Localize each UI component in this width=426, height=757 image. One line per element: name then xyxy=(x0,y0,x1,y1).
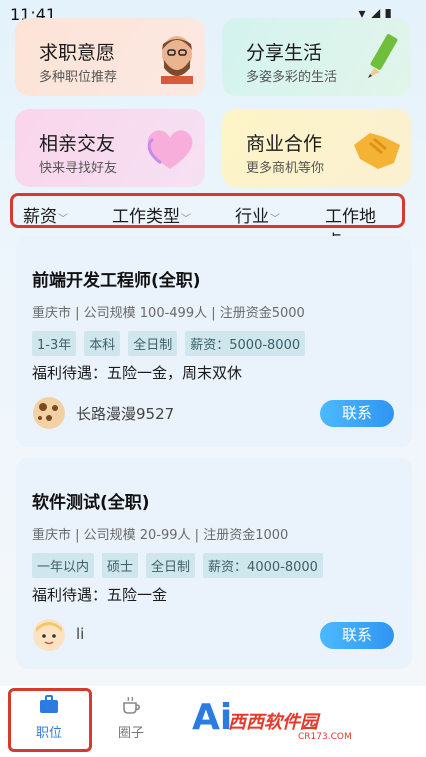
card-business[interactable]: 商业合作 更多商机等你 xyxy=(222,109,411,187)
man-avatar-icon xyxy=(161,36,193,84)
job-tag: 1-3年 xyxy=(32,331,77,356)
user-name: li xyxy=(76,625,85,643)
watermark-url: CR173.COM xyxy=(298,732,352,742)
user-name: 长路漫漫9527 xyxy=(76,405,175,423)
card-dating[interactable]: 相亲交友 快来寻找好友 xyxy=(15,109,205,187)
filter-industry[interactable]: 行业﹀ xyxy=(235,202,280,227)
card-subtitle: 多姿多彩的生活 xyxy=(246,70,338,85)
ai-button[interactable]: Ai xyxy=(192,697,232,738)
card-subtitle: 快来寻找好友 xyxy=(39,161,118,176)
pencil-icon xyxy=(368,34,398,78)
filter-label: 薪资 xyxy=(23,207,57,227)
job-tags: 一年以内 硕士 全日制 薪资：4000-8000 xyxy=(32,553,323,578)
chevron-down-icon: ﹀ xyxy=(270,214,280,225)
avatar xyxy=(33,397,65,429)
filter-label: 行业 xyxy=(235,207,269,227)
tab-label: 圈子 xyxy=(118,726,145,741)
card-title: 分享生活 xyxy=(246,42,323,64)
job-tag: 薪资：4000-8000 xyxy=(203,553,323,578)
heart-icon xyxy=(147,130,193,169)
job-benefits: 福利待遇：五险一金 xyxy=(32,586,168,604)
chevron-down-icon: ﹀ xyxy=(181,214,191,225)
filter-salary[interactable]: 薪资﹀ xyxy=(23,202,68,227)
tab-highlight-frame xyxy=(8,688,92,752)
watermark-brand: 西西软件园 xyxy=(228,712,318,733)
card-title: 求职意愿 xyxy=(39,42,116,64)
job-title: 前端开发工程师(全职) xyxy=(32,271,201,291)
filter-bar: 薪资﹀ 工作类型﹀ 行业﹀ 工作地点﹀ xyxy=(10,193,405,252)
card-title: 商业合作 xyxy=(246,133,323,155)
job-tag: 本科 xyxy=(84,331,121,356)
filter-job-type[interactable]: 工作类型﹀ xyxy=(112,202,191,227)
card-title: 相亲交友 xyxy=(39,133,116,155)
filter-label: 工作类型 xyxy=(112,207,180,227)
contact-button[interactable]: 联系 xyxy=(320,622,394,649)
coffee-cup-icon xyxy=(118,694,144,722)
job-tag: 硕士 xyxy=(102,553,139,578)
job-card[interactable]: 软件测试(全职) 重庆市 | 公司规模 20-99人 | 注册资金1000 一年… xyxy=(16,458,412,669)
job-tag: 一年以内 xyxy=(32,553,95,578)
card-subtitle: 多种职位推荐 xyxy=(39,70,118,85)
job-tag: 全日制 xyxy=(146,553,196,578)
card-subtitle: 更多商机等你 xyxy=(246,161,325,176)
job-tag: 全日制 xyxy=(128,331,178,356)
job-meta: 重庆市 | 公司规模 100-499人 | 注册资金5000 xyxy=(32,306,305,321)
card-job-intention[interactable]: 求职意愿 多种职位推荐 xyxy=(15,18,205,96)
job-meta: 重庆市 | 公司规模 20-99人 | 注册资金1000 xyxy=(32,528,289,543)
job-tags: 1-3年 本科 全日制 薪资：5000-8000 xyxy=(32,331,306,356)
job-benefits: 福利待遇：五险一金，周末双休 xyxy=(32,364,243,382)
job-title: 软件测试(全职) xyxy=(32,493,150,513)
tab-circle[interactable]: 圈子 xyxy=(118,694,144,741)
job-card[interactable]: 前端开发工程师(全职) 重庆市 | 公司规模 100-499人 | 注册资金50… xyxy=(16,236,412,447)
job-tag: 薪资：5000-8000 xyxy=(185,331,306,356)
contact-button[interactable]: 联系 xyxy=(320,400,394,427)
chevron-down-icon: ﹀ xyxy=(58,214,68,225)
handshake-icon xyxy=(354,133,400,169)
avatar xyxy=(33,619,65,651)
card-share-life[interactable]: 分享生活 多姿多彩的生活 xyxy=(222,18,411,96)
